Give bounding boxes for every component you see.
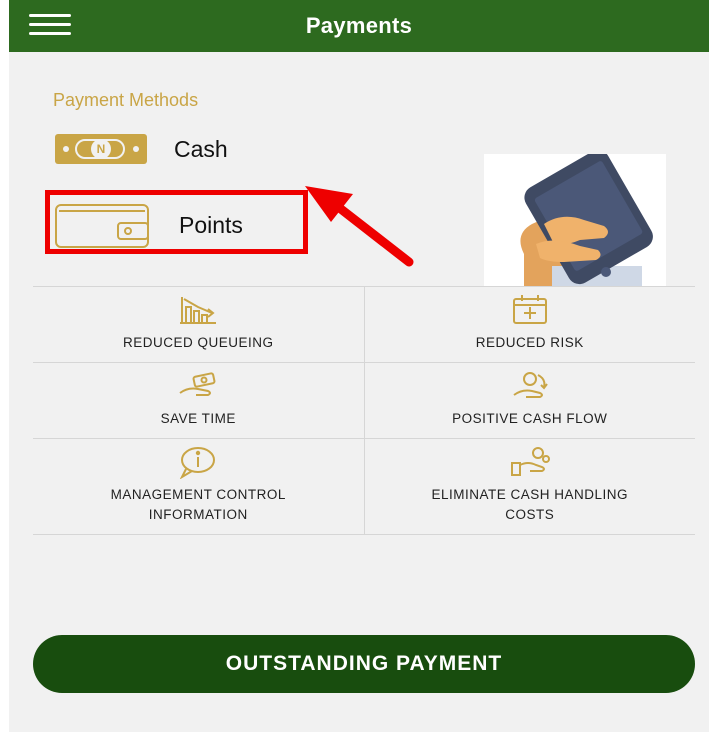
payment-method-label: Cash bbox=[174, 135, 228, 162]
feature-row: SAVE TIME POSITIVE CASH FLOW bbox=[33, 363, 695, 439]
feature-label: ELIMINATE CASH HANDLING COSTS bbox=[431, 487, 629, 522]
feature-positive-cash-flow: POSITIVE CASH FLOW bbox=[365, 363, 696, 438]
feature-management-control: MANAGEMENT CONTROL INFORMATION bbox=[33, 439, 365, 534]
feature-eliminate-cash-handling: ELIMINATE CASH HANDLING COSTS bbox=[365, 439, 696, 534]
feature-label: MANAGEMENT CONTROL INFORMATION bbox=[110, 487, 286, 522]
payment-methods-heading: Payment Methods bbox=[53, 90, 199, 110]
calendar-risk-icon bbox=[512, 295, 547, 324]
feature-reduced-queueing: REDUCED QUEUEING bbox=[33, 287, 365, 362]
top-app-bar: Payments bbox=[9, 0, 709, 52]
feature-label: POSITIVE CASH FLOW bbox=[452, 411, 608, 426]
cash-note-icon: N bbox=[53, 130, 150, 168]
app-screen: Payments Payment Methods N Cash Points R… bbox=[9, 0, 709, 732]
feature-row: REDUCED QUEUEING REDUCED RISK bbox=[33, 287, 695, 363]
feature-reduced-risk: REDUCED RISK bbox=[365, 287, 696, 362]
info-bubble-icon bbox=[180, 447, 216, 479]
naira-symbol: N bbox=[91, 139, 111, 159]
annotation-highlight-box bbox=[45, 190, 308, 254]
hand-holding-phone-illustration bbox=[484, 150, 666, 286]
feature-save-time: SAVE TIME bbox=[33, 363, 365, 438]
hand-money-icon bbox=[179, 372, 216, 396]
feature-label: SAVE TIME bbox=[160, 411, 236, 426]
page-title: Payments bbox=[305, 13, 413, 38]
feature-label: REDUCED QUEUEING bbox=[122, 335, 274, 350]
cash-flow-icon bbox=[513, 372, 548, 398]
outstanding-payment-button[interactable]: OUTSTANDING PAYMENT bbox=[33, 635, 695, 693]
hand-coins-icon bbox=[510, 447, 550, 476]
feature-label: REDUCED RISK bbox=[475, 335, 584, 350]
payment-method-cash[interactable]: N Cash bbox=[53, 130, 228, 168]
feature-row: MANAGEMENT CONTROL INFORMATION ELIMINATE… bbox=[33, 439, 695, 535]
declining-chart-icon bbox=[180, 297, 217, 324]
feature-grid: REDUCED QUEUEING REDUCED RISK SAVE TIME … bbox=[33, 286, 695, 535]
